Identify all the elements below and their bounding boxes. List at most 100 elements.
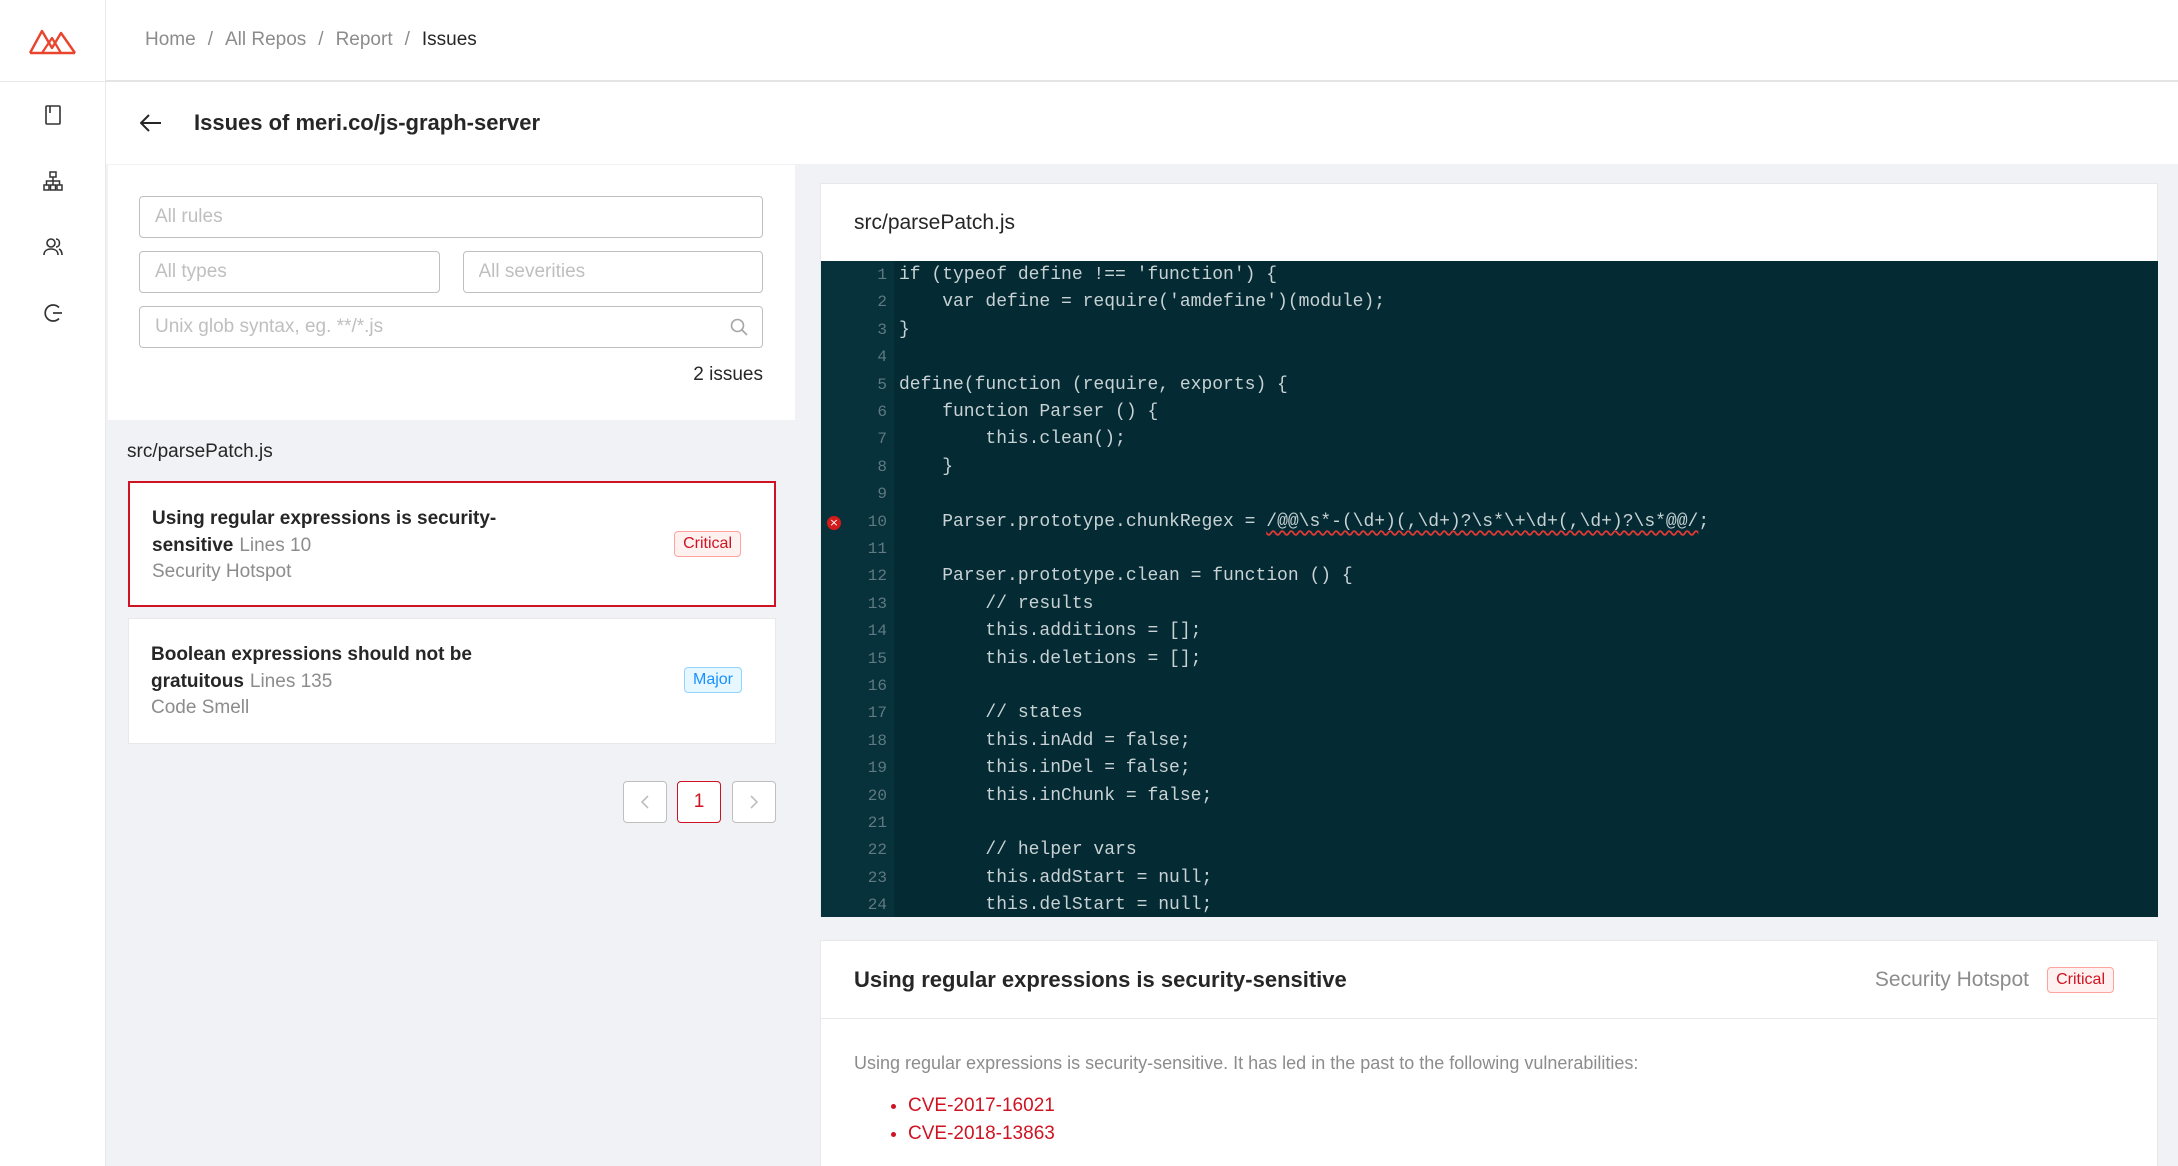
code-line: 18 this.inAdd = false;: [821, 728, 2158, 755]
issue-card-boolean[interactable]: Boolean expressions should not be gratui…: [128, 618, 776, 744]
code-text: this.inAdd = false;: [899, 730, 1191, 751]
error-marker-icon[interactable]: ×: [827, 515, 841, 530]
code-text: this.deletions = [];: [899, 648, 1202, 669]
detail-body: Using regular expressions is security-se…: [821, 1019, 2157, 1148]
title-bar: Issues of meri.co/js-graph-server: [106, 82, 2178, 164]
issue-lines: Lines 10: [239, 535, 312, 556]
line-number: 3: [877, 320, 887, 339]
line-number: 6: [877, 403, 887, 421]
line-number: 14: [867, 622, 887, 641]
code-text: }: [899, 456, 954, 477]
line-number: 17: [867, 704, 887, 723]
logout-icon: [44, 304, 62, 322]
code-text: this.addStart = null;: [899, 867, 1213, 888]
detail-title: Using regular expressions is security-se…: [854, 966, 1347, 992]
line-number: 18: [867, 731, 887, 750]
arrow-left-icon: [140, 114, 161, 132]
chevron-left-icon: [640, 795, 649, 809]
nav-users[interactable]: [0, 214, 106, 280]
pagination-prev-button[interactable]: [623, 781, 667, 823]
issue-card-regex[interactable]: Using regular expressions is security-se…: [128, 481, 776, 607]
breadcrumb-separator: /: [207, 29, 213, 50]
line-number: 12: [867, 567, 887, 586]
mountain-logo-icon: [28, 29, 76, 54]
line-number: 2: [877, 293, 887, 312]
line-number: 22: [867, 841, 887, 860]
code-line: 21: [821, 810, 2158, 837]
severity-badge: Major: [683, 667, 742, 693]
issue-detail-panel: Using regular expressions is security-se…: [820, 940, 2158, 1166]
detail-header: Using regular expressions is security-se…: [821, 941, 2157, 1019]
code-line: 14 this.additions = [];: [821, 618, 2158, 645]
line-number: 24: [867, 896, 887, 915]
issue-group-file: src/parsePatch.js: [127, 441, 273, 462]
breadcrumb-report[interactable]: Report: [336, 29, 393, 51]
code-line: 2 var define = require('amdefine')(modul…: [821, 289, 2158, 316]
code-line: 11: [821, 536, 2158, 563]
code-line: 23 this.addStart = null;: [821, 865, 2158, 892]
line-number: 4: [877, 348, 887, 367]
nav-repos[interactable]: [0, 82, 106, 148]
code-text: Parser.prototype.clean = function () {: [899, 566, 1353, 587]
search-icon[interactable]: [729, 317, 749, 337]
line-number: 7: [877, 430, 887, 449]
code-text: }: [899, 319, 910, 340]
rules-select[interactable]: [139, 196, 763, 238]
line-number: 13: [867, 594, 887, 613]
detail-type: Security Hotspot: [1874, 967, 2029, 991]
breadcrumb-issues: Issues: [421, 29, 477, 50]
pagination-next-button[interactable]: [732, 781, 776, 823]
nav-logout[interactable]: [0, 280, 106, 346]
code-area[interactable]: 1 if (typeof define !== 'function') { 2 va…: [821, 261, 2158, 917]
line-number: 1: [877, 266, 887, 284]
line-number: 8: [877, 457, 887, 476]
code-text: this.inChunk = false;: [899, 785, 1213, 806]
logo[interactable]: [0, 0, 106, 82]
code-text: var define = require('amdefine')(module)…: [899, 292, 1386, 313]
code-line: 9: [821, 481, 2158, 508]
back-button[interactable]: [136, 108, 166, 138]
code-line: 16: [821, 673, 2158, 700]
page-title: Issues of meri.co/js-graph-server: [194, 110, 541, 135]
cve-list: CVE-2017-16021 CVE-2018-13863: [854, 1092, 2124, 1148]
code-text: // helper vars: [899, 840, 1137, 861]
pagination-page-1[interactable]: 1: [677, 781, 721, 823]
code-text: function Parser () {: [899, 402, 1159, 422]
code-line: 6 function Parser () {: [821, 399, 2158, 426]
types-select[interactable]: [139, 251, 440, 293]
code-text: // results: [899, 593, 1094, 614]
severity-badge: Critical: [674, 531, 741, 557]
line-number: 20: [867, 786, 887, 805]
line-number: 15: [867, 649, 887, 668]
breadcrumb-separator: /: [318, 29, 324, 50]
code-text: // states: [899, 703, 1083, 724]
glob-search-input[interactable]: [139, 306, 763, 348]
code-text: this.clean();: [899, 429, 1126, 450]
severities-select[interactable]: [462, 251, 763, 293]
code-text: if (typeof define !== 'function') {: [899, 265, 1278, 285]
line-number: 16: [867, 677, 887, 695]
breadcrumb-all-repos[interactable]: All Repos: [225, 29, 306, 51]
code-line: 17 // states: [821, 700, 2158, 727]
users-icon: [43, 238, 63, 256]
code-line: 13 // results: [821, 591, 2158, 618]
sidebar: [0, 0, 106, 1166]
cve-link[interactable]: CVE-2018-13863: [908, 1123, 1055, 1144]
issue-type: Code Smell: [151, 697, 250, 718]
cve-list-item: CVE-2017-16021: [908, 1092, 2124, 1120]
code-line: 12 Parser.prototype.clean = function () …: [821, 563, 2158, 590]
code-line: 19 this.inDel = false;: [821, 755, 2158, 782]
breadcrumb-home[interactable]: Home: [145, 29, 196, 51]
code-text: this.delStart = null;: [899, 895, 1213, 916]
filter-panel: 2 issues: [108, 165, 795, 420]
line-number: 9: [877, 485, 887, 504]
code-line: 4: [821, 344, 2158, 371]
nav-hierarchy[interactable]: [0, 148, 106, 214]
code-line: 8 }: [821, 454, 2158, 481]
line-number: 5: [877, 375, 887, 394]
issue-count: 2 issues: [693, 364, 763, 385]
code-line: 3}: [821, 317, 2158, 344]
cve-link[interactable]: CVE-2017-16021: [908, 1095, 1055, 1116]
code-line: 20 this.inChunk = false;: [821, 783, 2158, 810]
line-number: 11: [867, 540, 887, 558]
